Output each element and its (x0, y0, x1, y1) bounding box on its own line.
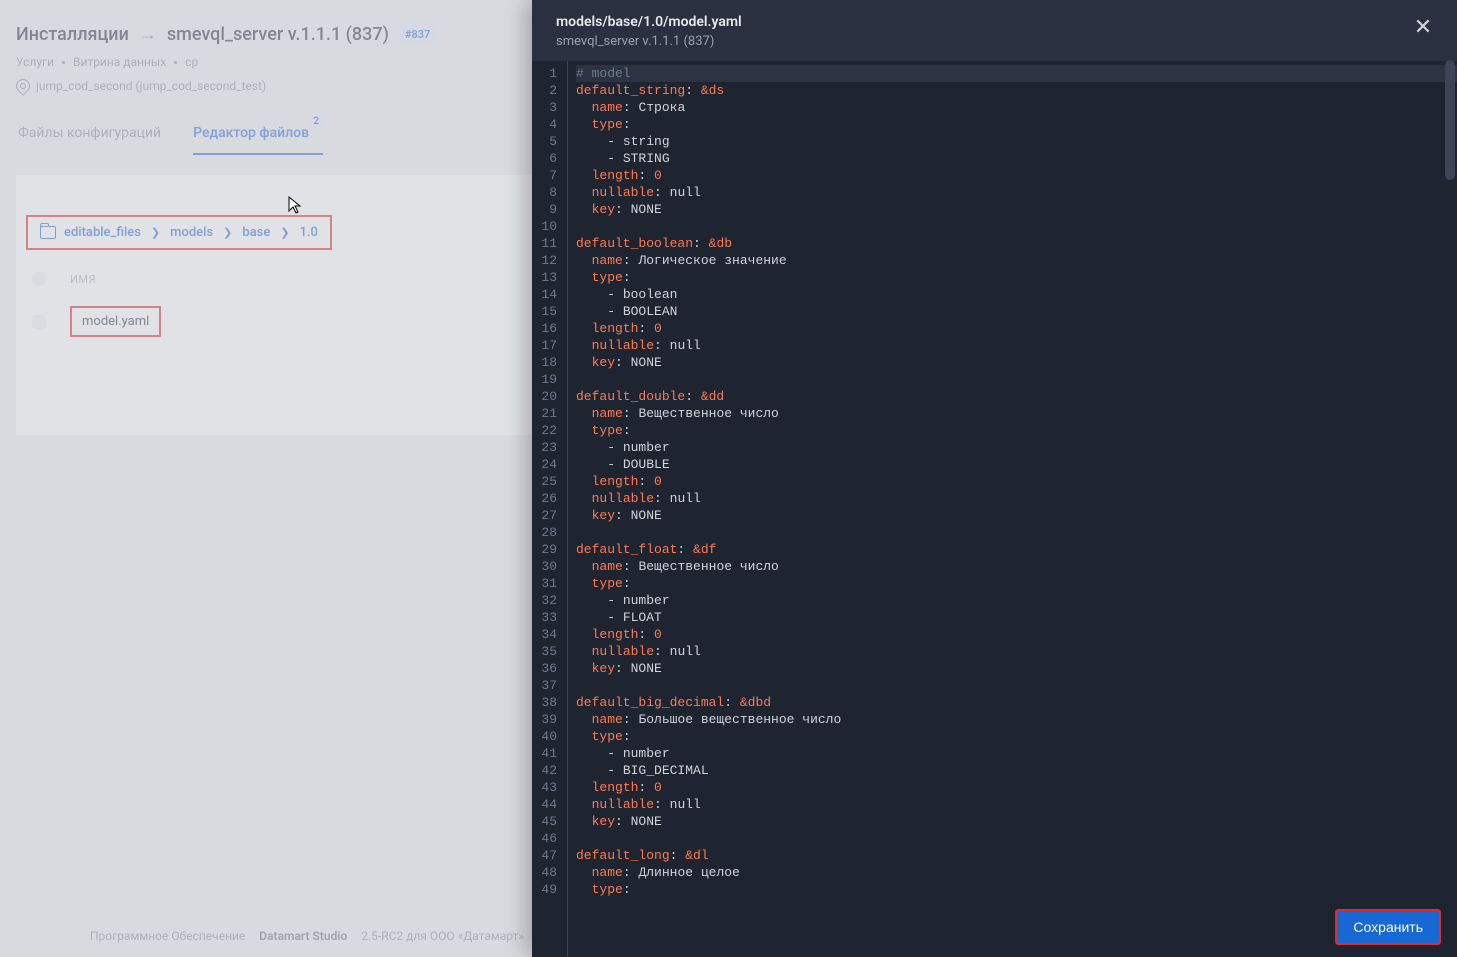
path-seg-3[interactable]: base (242, 225, 270, 240)
editor-panel: models/base/1.0/model.yaml smevql_server… (532, 0, 1457, 957)
path-seg-4[interactable]: 1.0 (300, 225, 318, 240)
panel-subtitle: smevql_server v.1.1.1 (837) (556, 34, 1437, 49)
tab-count-badge: 2 (309, 115, 323, 128)
cursor-icon (288, 196, 302, 214)
highlight-path: editable_files ❯ models ❯ base ❯ 1.0 (26, 215, 332, 250)
path-seg-2[interactable]: models (170, 225, 213, 240)
highlight-file: model.yaml (70, 306, 161, 337)
app-root: Инсталляции → smevql_server v.1.1.1 (837… (0, 0, 1457, 957)
chevron-right-icon: ❯ (151, 226, 160, 239)
row-checkbox[interactable] (32, 315, 46, 329)
col-name: ИМЯ (70, 273, 96, 286)
page-title-part2: smevql_server v.1.1.1 (837) (167, 24, 389, 45)
crumb-3[interactable]: ср (185, 55, 198, 69)
close-icon[interactable]: ✕ (1409, 16, 1437, 44)
code-editor[interactable]: 1234567891011121314151617181920212223242… (532, 61, 1457, 957)
tab-config-files[interactable]: Файлы конфигураций (18, 125, 161, 155)
editor-scrollbar[interactable] (1445, 60, 1455, 840)
chevron-right-icon: ❯ (223, 226, 232, 239)
crumb-2[interactable]: Витрина данных (73, 55, 166, 69)
path-breadcrumb[interactable]: editable_files ❯ models ❯ base ❯ 1.0 (28, 217, 330, 248)
select-all-checkbox[interactable] (32, 272, 46, 286)
footer-version: 2.5-RC2 для ООО «Датамарт» (361, 929, 524, 943)
footer-product: Datamart Studio (259, 929, 347, 943)
crumb-1[interactable]: Услуги (16, 55, 54, 69)
title-arrow: → (139, 24, 157, 45)
save-button[interactable]: Сохранить (1335, 909, 1441, 945)
location-text: jump_cod_second (jump_cod_second_test) (36, 79, 266, 93)
chevron-right-icon: ❯ (280, 226, 289, 239)
footer: Программное Обеспечение Datamart Studio … (90, 929, 524, 943)
code-area[interactable]: # modeldefault_string: &ds name: Строка … (568, 61, 1457, 957)
panel-header: models/base/1.0/model.yaml smevql_server… (532, 0, 1457, 61)
page-title-part1: Инсталляции (16, 24, 129, 45)
tab-file-editor[interactable]: Редактор файлов 2 (193, 125, 309, 155)
folder-icon (40, 226, 56, 239)
save-bar: Сохранить (1335, 909, 1441, 945)
title-id-badge[interactable]: #837 (399, 25, 436, 44)
line-gutter: 1234567891011121314151617181920212223242… (532, 61, 568, 957)
file-name[interactable]: model.yaml (72, 308, 159, 335)
scrollbar-thumb[interactable] (1445, 60, 1455, 180)
footer-label: Программное Обеспечение (90, 929, 245, 943)
panel-title: models/base/1.0/model.yaml (556, 14, 1437, 30)
pin-icon (13, 76, 33, 96)
path-seg-1[interactable]: editable_files (64, 225, 141, 240)
